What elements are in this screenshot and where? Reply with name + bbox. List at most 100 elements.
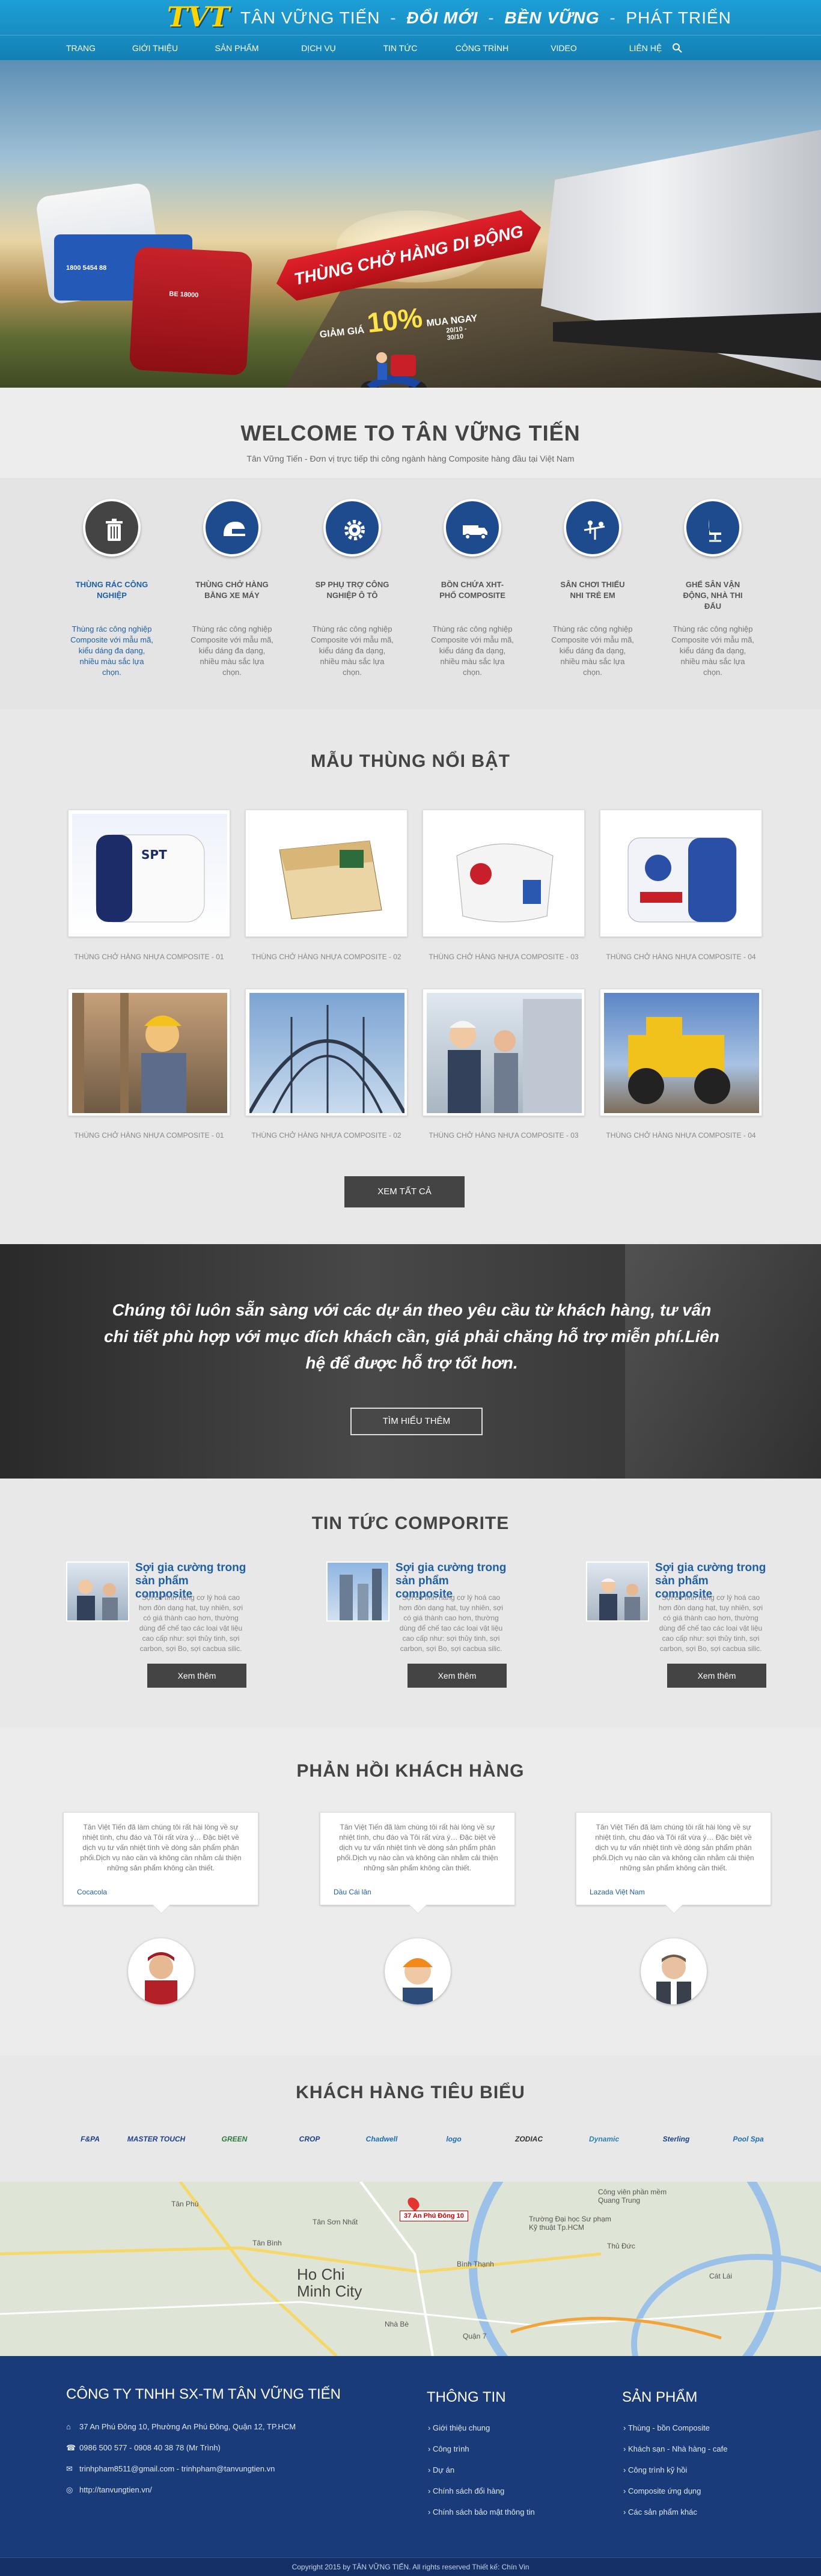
product-caption[interactable]: THÙNG CHỞ HÀNG NHỰA COMPOSITE - 04 [600, 953, 762, 961]
feature-item[interactable]: SP PHỤ TRỢ CÔNG NGHIỆP Ô TÔ Thùng rác cô… [292, 499, 412, 678]
footer-info-link[interactable]: › Công trình [428, 2444, 469, 2453]
avatar [641, 1938, 707, 2004]
feature-title[interactable]: SÂN CHƠI THIẾU NHI TRẺ EM [533, 579, 653, 606]
nav-products[interactable]: SẢN PHẨM [196, 35, 278, 61]
feature-item[interactable]: THÙNG CHỞ HÀNG BẰNG XE MÁY Thùng rác côn… [172, 499, 292, 678]
product-caption[interactable]: THÙNG CHỞ HÀNG NHỰA COMPOSITE - 01 [68, 953, 230, 961]
testimonial-author[interactable]: Cocacola [77, 1888, 107, 1896]
partner-logo[interactable]: logo [424, 2125, 484, 2153]
nav-projects[interactable]: CÔNG TRÌNH [441, 35, 523, 61]
news-desc: Sợi có tính năng cơ lý hoá cao hơn đòn d… [398, 1593, 504, 1653]
scooter-icon [360, 352, 427, 388]
nav-news[interactable]: TIN TỨC [359, 35, 441, 61]
cta-text: Chúng tôi luôn sẵn sàng với các dự án th… [103, 1301, 720, 1372]
partner-logo[interactable]: GREEN [204, 2125, 264, 2153]
product-caption[interactable]: THÙNG CHỞ HÀNG NHỰA COMPOSITE - 01 [68, 1131, 230, 1140]
product-image: SPT [96, 834, 205, 923]
map-address-label: 37 An Phú Đông 10 [400, 2211, 468, 2221]
news-item: Sợi gia cường trong sản phẩm composite S… [326, 1561, 507, 1706]
feature-desc: Thùng rác công nghiệp Composite với mẫu … [311, 624, 394, 677]
feature-title[interactable]: THÙNG CHỞ HÀNG BẰNG XE MÁY [172, 579, 292, 606]
feature-title[interactable]: GHẾ SÂN VẬN ĐỘNG, NHÀ THI ĐẤU [653, 579, 773, 611]
avatar [128, 1938, 194, 2004]
testimonial-quote: Tân Việt Tiến đã làm chúng tôi rất hài l… [593, 1823, 754, 1872]
feature-item[interactable]: GHẾ SÂN VẬN ĐỘNG, NHÀ THI ĐẤU Thùng rác … [653, 499, 773, 678]
logo[interactable]: TVT [162, 1, 234, 32]
partners-title: KHÁCH HÀNG TIÊU BIỂU [296, 2083, 525, 2102]
footer-product-link[interactable]: › Các sản phẩm khác [623, 2507, 697, 2516]
hero-box-red: BE 18000 [129, 246, 253, 376]
product-image [627, 837, 737, 923]
partner-logo[interactable]: CROP [279, 2125, 340, 2153]
news-thumb[interactable] [66, 1561, 129, 1622]
product-card[interactable] [245, 810, 407, 937]
footer-product-link[interactable]: › Composite ứng dụng [623, 2486, 701, 2495]
partners-section: KHÁCH HÀNG TIÊU BIỂU F&PA MASTER TOUCH G… [0, 2056, 821, 2182]
feedback-title: PHẢN HỒI KHÁCH HÀNG [296, 1761, 525, 1781]
partner-logo[interactable]: Chadwell [352, 2125, 412, 2153]
view-all-button[interactable]: XEM TẤT CẢ [344, 1176, 465, 1207]
product-caption[interactable]: THÙNG CHỞ HÀNG NHỰA COMPOSITE - 03 [423, 953, 585, 961]
feature-item[interactable]: BỒN CHỨA XHT-PHỐ COMPOSITE Thùng rác côn… [412, 499, 533, 678]
footer-phone: ☎ 0986 500 577 - 0908 40 38 78 (Mr Trình) [66, 2443, 221, 2452]
partner-logo[interactable]: Sterling [646, 2125, 706, 2153]
location-map[interactable]: Ho Chi Minh City 37 An Phú Đông 10 Công … [0, 2182, 821, 2356]
feature-item[interactable]: SÂN CHƠI THIẾU NHI TRẺ EM Thùng rác công… [533, 499, 653, 678]
nav-home[interactable]: TRANG CHỦ [66, 35, 114, 78]
feature-title[interactable]: SP PHỤ TRỢ CÔNG NGHIỆP Ô TÔ [292, 579, 412, 606]
search-icon[interactable] [672, 43, 683, 53]
footer-product-link[interactable]: › Khách sạn - Nhà hàng - cafe [623, 2444, 727, 2453]
read-more-button[interactable]: Xem thêm [667, 1664, 766, 1688]
nav-video[interactable]: VIDEO [523, 35, 605, 61]
product-card[interactable] [245, 989, 407, 1116]
footer-info-link[interactable]: › Chính sách đổi hàng [428, 2486, 504, 2495]
partner-logo[interactable]: ZODIAC [499, 2125, 559, 2153]
product-card[interactable] [423, 989, 585, 1116]
product-caption[interactable]: THÙNG CHỞ HÀNG NHỰA COMPOSITE - 02 [245, 953, 407, 961]
product-card[interactable] [600, 989, 762, 1116]
partner-logo[interactable]: F&PA [60, 2125, 120, 2153]
globe-icon: ◎ [66, 2485, 73, 2494]
product-caption[interactable]: THÙNG CHỞ HÀNG NHỰA COMPOSITE - 02 [245, 1131, 407, 1140]
product-card[interactable]: SPT [68, 810, 230, 937]
partner-logo[interactable]: Dynamic [574, 2125, 634, 2153]
product-card[interactable] [68, 989, 230, 1116]
news-item: Sợi gia cường trong sản phẩm composite S… [66, 1561, 246, 1706]
hero-slider[interactable]: 1800 5454 88 BE 18000 THÙNG CHỞ HÀNG DI … [0, 60, 821, 388]
news-thumb[interactable] [326, 1561, 389, 1622]
product-caption[interactable]: THÙNG CHỞ HÀNG NHỰA COMPOSITE - 04 [600, 1131, 762, 1140]
testimonial-quote: Tân Việt Tiến đã làm chúng tôi rất hài l… [337, 1823, 498, 1872]
learn-more-button[interactable]: TÌM HIỂU THÊM [350, 1408, 483, 1435]
product-caption[interactable]: THÙNG CHỞ HÀNG NHỰA COMPOSITE - 03 [423, 1131, 585, 1140]
product-card[interactable] [600, 810, 762, 937]
welcome-subtitle: Tân Vững Tiến - Đơn vị trực tiếp thi côn… [246, 454, 575, 463]
footer-address: ⌂ 37 An Phú Đông 10, Phường An Phú Đông, … [66, 2422, 296, 2431]
partner-logo[interactable]: MASTER TOUCH [126, 2125, 186, 2153]
read-more-button[interactable]: Xem thêm [147, 1664, 246, 1688]
news-thumb[interactable] [586, 1561, 649, 1622]
nav-services[interactable]: DỊCH VỤ [278, 35, 359, 61]
partner-logo[interactable]: Pool Spa [718, 2125, 778, 2153]
product-card[interactable] [423, 810, 585, 937]
nav-about[interactable]: GIỚI THIỆU [114, 35, 196, 61]
footer-product-link[interactable]: › Công trình kỹ hồi [623, 2465, 687, 2474]
feature-title[interactable]: BỒN CHỨA XHT-PHỐ COMPOSITE [412, 579, 533, 606]
products-title: MẪU THÙNG NỔI BẬT [311, 751, 510, 771]
site-footer: CÔNG TY TNHH SX-TM TÂN VỮNG TIẾN ⌂ 37 An … [0, 2356, 821, 2576]
testimonial-card: Tân Việt Tiến đã làm chúng tôi rất hài l… [576, 1812, 771, 1905]
product-image [456, 843, 554, 923]
footer-product-link[interactable]: › Thùng - bồn Composite [623, 2423, 710, 2432]
trash-icon [106, 519, 123, 541]
footer-info-title: THÔNG TIN [427, 2389, 506, 2405]
footer-info-link[interactable]: › Dự án [428, 2465, 454, 2474]
testimonial-author[interactable]: Lazada Việt Nam [590, 1888, 645, 1896]
feature-title[interactable]: THÙNG RÁC CÔNG NGHIỆP [52, 579, 172, 606]
footer-info-link[interactable]: › Giới thiệu chung [428, 2423, 490, 2432]
news-title: TIN TỨC COMPORITE [311, 1513, 510, 1533]
feature-item[interactable]: THÙNG RÁC CÔNG NGHIỆP Thùng rác công ngh… [52, 499, 172, 678]
testimonial-author[interactable]: Dầu Cái lân [334, 1888, 371, 1896]
read-more-button[interactable]: Xem thêm [407, 1664, 507, 1688]
featured-products: MẪU THÙNG NỔI BẬT SPT THÙNG CHỞ HÀNG NHỰ… [0, 709, 821, 1244]
slogan-2: BỀN VỮNG [504, 8, 600, 27]
footer-info-link[interactable]: › Chính sách bảo mật thông tin [428, 2507, 535, 2516]
